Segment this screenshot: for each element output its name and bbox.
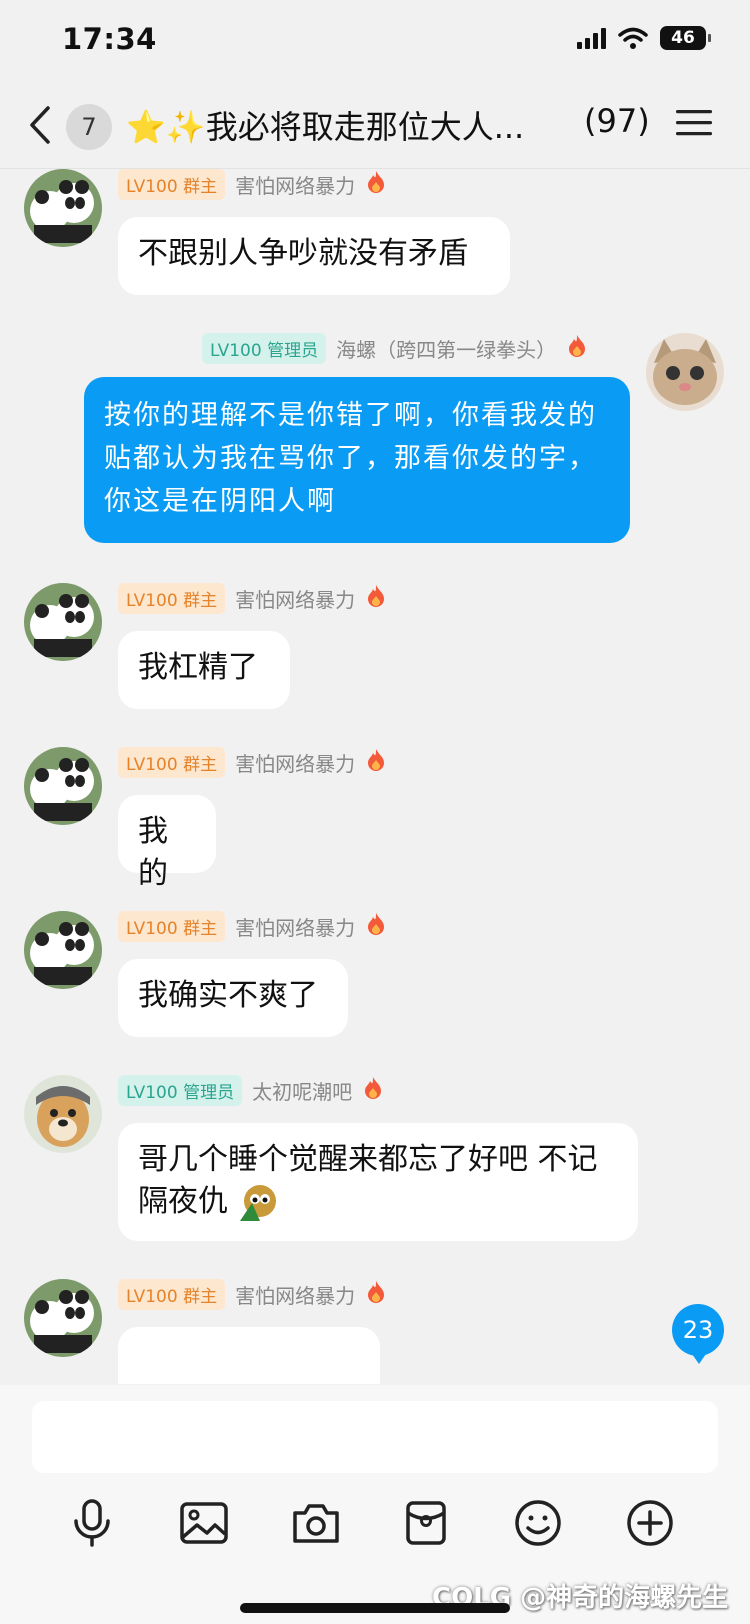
message-bubble[interactable]: 我杠精了 <box>118 631 290 709</box>
sticker-emoji-icon <box>238 1183 278 1223</box>
message-meta: LV100 群主 害怕网络暴力 <box>118 746 387 778</box>
back-icon[interactable] <box>26 102 56 148</box>
wifi-icon <box>618 27 648 49</box>
fire-icon <box>365 1280 387 1309</box>
level-badge: LV100 群主 <box>118 910 226 942</box>
message-bubble[interactable]: 按你的理解不是你错了啊，你看我发的贴都认为我在骂你了，那看你发的字，你这是在阴阳… <box>84 377 630 543</box>
level-badge: LV100 群主 <box>118 1278 226 1310</box>
message-bubble[interactable]: 不跟别人争吵就没有矛盾 <box>118 217 510 295</box>
level-badge: LV100 管理员 <box>202 332 327 364</box>
fire-icon <box>365 584 387 613</box>
new-message-count-badge[interactable]: 23 <box>672 1304 724 1364</box>
sender-name[interactable]: 太初呢潮吧 <box>252 1076 352 1105</box>
sender-name[interactable]: 害怕网络暴力 <box>235 1280 355 1309</box>
message-text: 哥几个睡个觉醒来都忘了好吧 不记隔夜仇 <box>138 1142 598 1219</box>
microphone-icon[interactable] <box>64 1495 120 1551</box>
fire-icon <box>362 1076 384 1105</box>
fire-icon <box>365 170 387 199</box>
sender-name[interactable]: 害怕网络暴力 <box>235 170 355 199</box>
avatar[interactable] <box>24 747 102 825</box>
message-meta: LV100 群主 害怕网络暴力 <box>118 582 387 614</box>
fire-icon <box>365 748 387 777</box>
level-badge: LV100 群主 <box>118 582 226 614</box>
sender-name[interactable]: 害怕网络暴力 <box>235 912 355 941</box>
message-meta: LV100 管理员 太初呢潮吧 <box>118 1074 384 1106</box>
status-time: 17:34 <box>62 22 157 56</box>
signal-icon <box>577 27 606 49</box>
image-icon[interactable] <box>176 1495 232 1551</box>
level-badge: LV100 群主 <box>118 746 226 778</box>
message-bubble[interactable] <box>118 1327 380 1384</box>
unread-count-badge[interactable]: 7 <box>66 104 112 150</box>
status-icons: 46 <box>577 26 711 50</box>
red-packet-icon[interactable] <box>398 1495 454 1551</box>
message-bubble[interactable]: 我的 <box>118 795 216 891</box>
sender-name[interactable]: 害怕网络暴力 <box>235 584 355 613</box>
sender-name[interactable]: 海螺（跨四第一绿拳头） <box>336 334 556 363</box>
home-indicator <box>240 1603 510 1613</box>
fire-icon <box>566 334 588 363</box>
message-bubble[interactable]: 我确实不爽了 <box>118 959 348 1037</box>
plus-icon[interactable] <box>622 1495 678 1551</box>
message-bubble[interactable]: 哥几个睡个觉醒来都忘了好吧 不记隔夜仇 <box>118 1123 638 1241</box>
avatar[interactable] <box>24 911 102 989</box>
level-badge: LV100 群主 <box>118 169 226 200</box>
avatar[interactable] <box>24 169 102 247</box>
message-meta: LV100 群主 害怕网络暴力 <box>118 910 387 942</box>
menu-icon[interactable] <box>676 108 712 138</box>
input-toolbar <box>0 1495 750 1575</box>
level-badge: LV100 管理员 <box>118 1074 243 1106</box>
fire-icon <box>365 912 387 941</box>
member-count[interactable]: (97) <box>584 102 650 140</box>
message-input[interactable] <box>32 1401 718 1473</box>
camera-icon[interactable] <box>288 1495 344 1551</box>
message-meta: LV100 群主 害怕网络暴力 <box>118 169 387 200</box>
chat-header: 7 ⭐✨我必将取走那位大人... (97) <box>0 84 750 169</box>
avatar[interactable] <box>646 333 724 411</box>
sender-name[interactable]: 害怕网络暴力 <box>235 748 355 777</box>
avatar[interactable] <box>24 583 102 661</box>
battery-icon: 46 <box>660 26 711 50</box>
group-title[interactable]: ⭐✨我必将取走那位大人... <box>126 102 566 148</box>
input-panel: COLG @神奇的海螺先生 <box>0 1385 750 1624</box>
emoji-icon[interactable] <box>510 1495 566 1551</box>
message-meta: LV100 群主 害怕网络暴力 <box>118 1278 387 1310</box>
status-bar: 17:34 46 <box>0 0 750 84</box>
message-meta: LV100 管理员 海螺（跨四第一绿拳头） <box>202 332 588 364</box>
avatar[interactable] <box>24 1279 102 1357</box>
message-list[interactable]: LV100 群主 害怕网络暴力 不跟别人争吵就没有矛盾 LV100 管理员 海螺… <box>0 169 750 1384</box>
avatar[interactable] <box>24 1075 102 1153</box>
